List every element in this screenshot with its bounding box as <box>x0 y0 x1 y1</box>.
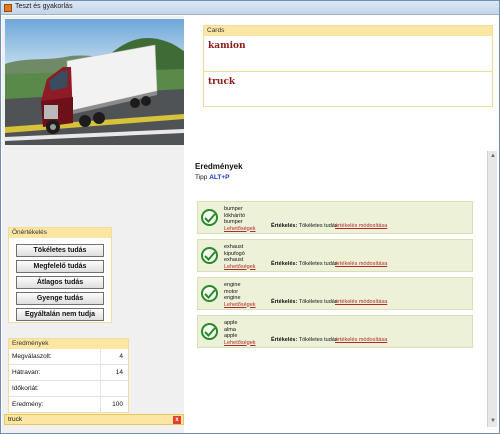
results-title: Eredmények <box>195 162 243 171</box>
stat-row-answered: Megválaszolt: 4 <box>9 349 128 365</box>
evaluation-text: Értékelés: Tökéletes tudás <box>271 299 338 305</box>
stat-label: Megválaszolt: <box>9 349 101 364</box>
stat-label: Hátravan: <box>9 365 101 380</box>
result-item: engine motor engine Lehetőségek Értékelé… <box>197 277 473 310</box>
check-icon <box>201 323 218 340</box>
card-back[interactable]: truck <box>204 72 492 108</box>
stat-value <box>101 381 128 396</box>
results-stats-header: Eredmények <box>9 339 128 349</box>
stat-label: Eredmény: <box>9 397 101 413</box>
perfect-knowledge-button[interactable]: Tökéletes tudás <box>16 244 104 257</box>
evaluation-value: Tökéletes tudás <box>298 337 338 343</box>
average-knowledge-button[interactable]: Átlagos tudás <box>16 276 104 289</box>
results-scrollbar[interactable]: ▲ ▼ <box>487 151 497 427</box>
cards-panel: Cards kamion truck <box>203 25 493 107</box>
scroll-up-icon[interactable]: ▲ <box>489 152 497 161</box>
check-icon <box>201 209 218 226</box>
check-icon <box>201 285 218 302</box>
stat-label: Időkorlát: <box>9 381 101 396</box>
weak-knowledge-button[interactable]: Gyenge tudás <box>16 292 104 305</box>
stat-row-remaining: Hátravan: 14 <box>9 365 128 381</box>
result-item: apple alma apple Lehetőségek Értékelés: … <box>197 315 473 348</box>
modify-evaluation-link[interactable]: értékelés módosítása <box>335 261 387 267</box>
evaluation-value: Tökéletes tudás <box>298 299 338 305</box>
app-icon <box>4 4 12 12</box>
evaluation-label: Értékelés: <box>271 337 298 343</box>
hint-prefix: Tipp <box>195 174 208 181</box>
close-icon[interactable]: x <box>173 416 181 424</box>
good-knowledge-button[interactable]: Megfelelő tudás <box>16 260 104 273</box>
stat-value: 14 <box>115 369 123 376</box>
result-item: exhaust kipufogó exhaust Lehetőségek Ért… <box>197 239 473 272</box>
evaluation-value: Tökéletes tudás <box>298 261 338 267</box>
modify-evaluation-link[interactable]: értékelés módosítása <box>335 337 387 343</box>
truck-image <box>5 19 184 145</box>
evaluation-text: Értékelés: Tökéletes tudás <box>271 337 338 343</box>
stat-value: 4 <box>119 353 123 360</box>
self-evaluation-header: Önértékelés <box>9 228 111 238</box>
stat-row-time-limit: Időkorlát: <box>9 381 128 397</box>
hint-line: Tipp ALT+P <box>195 174 230 181</box>
status-text: truck <box>8 416 23 423</box>
check-icon <box>201 247 218 264</box>
modify-evaluation-link[interactable]: értékelés módosítása <box>335 223 387 229</box>
stat-value: 100 <box>112 401 123 408</box>
evaluation-value: Tökéletes tudás <box>298 223 338 229</box>
self-evaluation-panel: Önértékelés Tökéletes tudás Megfelelő tu… <box>8 227 112 323</box>
card-front[interactable]: kamion <box>204 36 492 72</box>
app-window: Teszt és gyakorlás Cards kamion truck Ön… <box>0 0 500 434</box>
evaluation-text: Értékelés: Tökéletes tudás <box>271 223 338 229</box>
cards-header: Cards <box>204 26 492 36</box>
status-bar: truck x <box>4 414 184 425</box>
stat-row-score: Eredmény: 100 <box>9 397 128 413</box>
evaluation-label: Értékelés: <box>271 223 298 229</box>
title-bar: Teszt és gyakorlás <box>1 1 499 15</box>
evaluation-text: Értékelés: Tökéletes tudás <box>271 261 338 267</box>
evaluation-label: Értékelés: <box>271 299 298 305</box>
scroll-down-icon[interactable]: ▼ <box>489 417 497 426</box>
no-knowledge-button[interactable]: Egyáltalán nem tudja <box>16 308 104 321</box>
hint-key: ALT+P <box>209 174 230 181</box>
result-item: bumper lökhárító bumper Lehetőségek Érté… <box>197 201 473 234</box>
results-list: bumper lökhárító bumper Lehetőségek Érté… <box>197 201 473 353</box>
window-title: Teszt és gyakorlás <box>15 3 73 10</box>
modify-evaluation-link[interactable]: értékelés módosítása <box>335 299 387 305</box>
results-stats-panel: Eredmények Megválaszolt: 4 Hátravan: 14 … <box>8 338 129 413</box>
evaluation-label: Értékelés: <box>271 261 298 267</box>
